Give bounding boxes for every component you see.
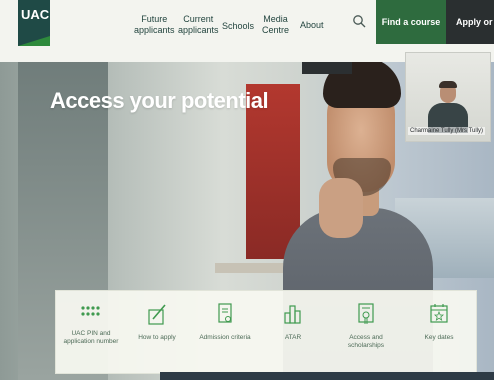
nav-about[interactable]: About	[300, 20, 324, 31]
pen-paper-icon	[148, 304, 166, 325]
bar-blocks-icon	[284, 305, 301, 324]
quick-link-uac-pin[interactable]: UAC PIN and application number	[56, 301, 126, 346]
uac-logo[interactable]: UAC	[18, 0, 50, 46]
nav-schools[interactable]: Schools	[222, 21, 254, 32]
certificate-icon	[358, 303, 374, 324]
os-taskbar	[160, 372, 494, 380]
quick-link-admission-criteria[interactable]: Admission criteria	[190, 301, 260, 342]
hero-title: Access your potential	[50, 88, 269, 113]
video-participant-name: Charmaine Tully (Mrs Tully)	[408, 127, 486, 135]
quick-link-access-scholarships[interactable]: Access and scholarships	[331, 301, 401, 350]
calendar-icon	[430, 304, 448, 323]
quick-link-key-dates[interactable]: Key dates	[404, 301, 474, 342]
nav-future-applicants[interactable]: Future applicants	[134, 14, 175, 36]
apply-or-login-button[interactable]: Apply or lo	[446, 0, 494, 44]
document-icon	[218, 303, 232, 323]
search-icon[interactable]	[352, 14, 366, 28]
nav-media-centre[interactable]: Media Centre	[262, 14, 289, 36]
find-a-course-button[interactable]: Find a course	[376, 0, 446, 44]
browser-viewport: UAC Future applicants Current applicants…	[0, 0, 494, 380]
quick-link-how-to-apply[interactable]: How to apply	[122, 301, 192, 342]
logo-text: UAC	[21, 7, 50, 22]
hero-dark-strip	[302, 60, 352, 74]
quick-links-bar: UAC PIN and application number How to app…	[55, 290, 477, 374]
pin-dots-icon	[81, 306, 100, 316]
nav-current-applicants[interactable]: Current applicants	[178, 14, 219, 36]
quick-link-atar[interactable]: ATAR	[258, 301, 328, 342]
video-call-tile: Charmaine Tully (Mrs Tully)	[405, 52, 491, 142]
